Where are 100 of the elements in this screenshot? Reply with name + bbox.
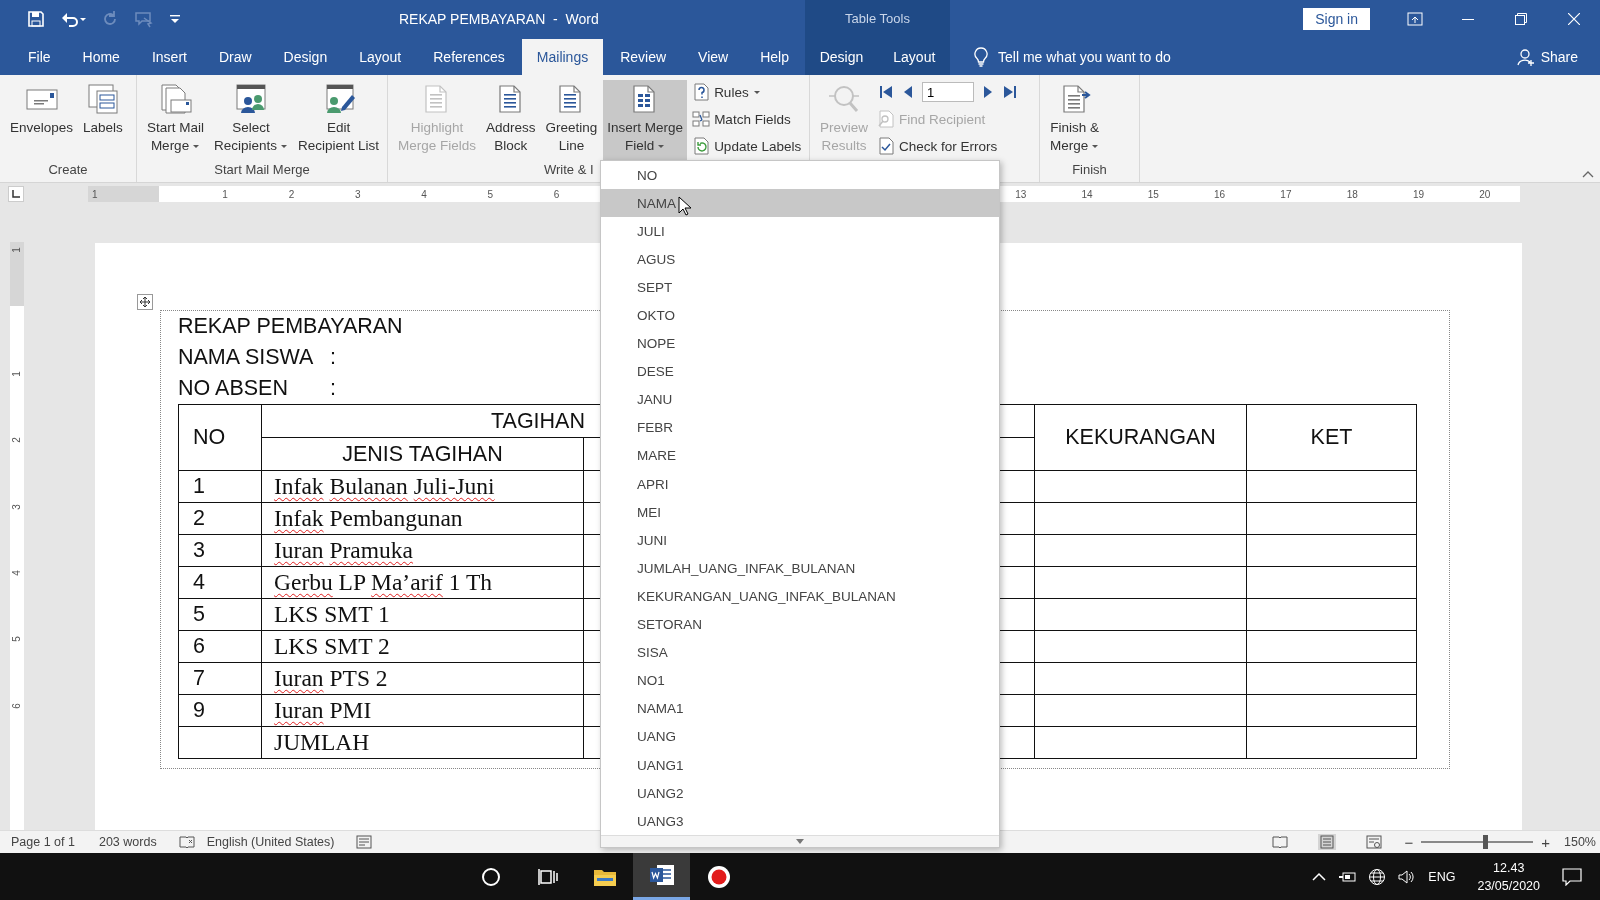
ribbon-tab[interactable]: Home (67, 39, 135, 75)
menu-item[interactable]: SISA (601, 638, 999, 667)
caret-icon (752, 89, 761, 95)
menu-item[interactable]: FEBR (601, 413, 999, 442)
close-icon[interactable] (1567, 12, 1580, 25)
next-record-icon[interactable] (982, 84, 994, 100)
ribbon-tab[interactable]: Design (804, 39, 879, 75)
ribbon-display-icon[interactable] (1406, 11, 1423, 26)
web-layout-icon[interactable] (1366, 835, 1383, 849)
previous-record-icon[interactable] (902, 84, 914, 100)
customize-icon[interactable] (169, 12, 181, 25)
clock[interactable]: 12.43 23/05/2020 (1477, 858, 1540, 895)
field-label: NO ABSEN (178, 375, 289, 402)
zoom-in-button[interactable]: + (1541, 833, 1550, 851)
caret-icon (1091, 143, 1100, 149)
ribbon-tab[interactable]: Layout (344, 39, 417, 75)
menu-item[interactable]: SETORAN (601, 610, 999, 639)
menu-item[interactable]: NAMA (601, 189, 999, 218)
menu-item[interactable]: NOPE (601, 329, 999, 358)
collapse-ribbon-icon[interactable] (1582, 170, 1594, 178)
ribbon-button[interactable]: Rules (689, 80, 805, 104)
ribbon-tab[interactable]: Help (745, 39, 804, 75)
battery-plug-icon[interactable] (1338, 869, 1357, 884)
proofing-icon[interactable] (178, 835, 195, 849)
ribbon-tab[interactable]: Design (268, 39, 343, 75)
column-header: KET (1310, 425, 1353, 449)
save-icon[interactable] (27, 9, 45, 28)
word-count[interactable]: 203 words (98, 835, 157, 849)
table-cell: 9 (193, 698, 205, 722)
ribbon-button[interactable]: Edit Recipient List (294, 80, 384, 160)
first-record-icon[interactable] (878, 84, 894, 100)
ribbon-tab[interactable]: Draw (203, 39, 267, 75)
table-cell: 3 (193, 538, 205, 562)
ribbon-button[interactable]: Match Fields (689, 107, 805, 131)
print-layout-icon[interactable] (1318, 834, 1337, 850)
speaker-icon[interactable] (1398, 868, 1417, 885)
ruler-number: 3 (11, 503, 23, 510)
ruler-number: 13 (1015, 188, 1027, 200)
menu-item[interactable]: JUNI (601, 526, 999, 555)
menu-item[interactable]: OKTO (601, 301, 999, 330)
zoom-level[interactable]: 150% (1564, 835, 1596, 849)
menu-item[interactable]: UANG2 (601, 779, 999, 808)
ribbon-button[interactable]: Greeting Line (541, 80, 602, 160)
ruler-number: 1 (11, 371, 23, 377)
recipients-icon (234, 83, 269, 115)
table-cell: 5 (193, 602, 205, 626)
table-cell: LKS SMT 1 (274, 601, 390, 627)
menu-item[interactable]: AGUS (601, 245, 999, 274)
restore-icon[interactable] (1514, 12, 1527, 25)
table-move-handle-icon[interactable] (137, 294, 153, 310)
ruler-number: 6 (553, 188, 560, 200)
ribbon-button[interactable]: Start Mail Merge (143, 80, 208, 160)
chevron-up-icon[interactable] (1312, 871, 1327, 882)
menu-item[interactable]: SEPT (601, 273, 999, 302)
scroll-down-icon[interactable] (796, 839, 804, 845)
sign-in-button[interactable]: Sign in (1303, 7, 1370, 30)
input-language[interactable]: ENG (1428, 869, 1456, 884)
last-record-icon[interactable] (1002, 84, 1018, 100)
ribbon-button[interactable]: Check for Errors (874, 134, 1018, 158)
tell-me-search[interactable]: Tell me what you want to do (998, 49, 1171, 65)
ribbon-tab[interactable]: File (13, 39, 66, 75)
tab-selector[interactable] (8, 186, 24, 202)
menu-item[interactable]: JULI (601, 217, 999, 246)
ribbon-button[interactable]: Finish & Merge (1046, 80, 1104, 160)
ribbon-button[interactable]: Select Recipients (210, 80, 293, 160)
ribbon-tab[interactable]: Layout (878, 39, 951, 75)
ribbon-tab[interactable]: Review (605, 39, 682, 75)
page-count[interactable]: Page 1 of 1 (11, 835, 75, 849)
ribbon-button[interactable]: Address Block (482, 80, 540, 160)
menu-item[interactable]: UANG1 (601, 750, 999, 780)
globe-icon[interactable] (1368, 867, 1387, 886)
ribbon-tab[interactable]: Mailings (521, 39, 604, 75)
notification-icon[interactable] (1562, 867, 1582, 886)
menu-item[interactable]: JANU (601, 385, 999, 414)
ruler-number: 4 (11, 570, 23, 576)
menu-item[interactable]: NO (601, 161, 999, 190)
menu-item[interactable]: UANG (601, 722, 999, 751)
ribbon-button[interactable]: Insert Merge Field (603, 80, 688, 160)
record-field[interactable]: 1 (922, 82, 974, 102)
ribbon-button[interactable]: Update Labels (689, 134, 805, 158)
table-cell: Infak Pembangunan (274, 505, 463, 531)
ruler-number: 5 (11, 636, 23, 643)
window-title: REKAP PEMBAYARAN - Word (399, 10, 599, 27)
ribbon-button[interactable]: Labels (79, 80, 127, 160)
share-button[interactable]: Share (1516, 39, 1578, 75)
ribbon-tab[interactable]: References (418, 39, 520, 75)
ruler-number: 5 (487, 188, 494, 200)
zoom-out-button[interactable]: − (1404, 833, 1414, 851)
menu-item[interactable]: MEI (601, 498, 999, 527)
language-status[interactable]: English (United States) (206, 835, 335, 849)
ribbon-tab[interactable]: View (683, 39, 744, 75)
taskbar-app[interactable] (633, 853, 690, 900)
ribbon-tab[interactable]: Insert (136, 39, 202, 75)
menu-item[interactable]: UANG3 (601, 807, 999, 836)
ribbon-button[interactable]: Envelopes (6, 80, 78, 160)
menu-item[interactable]: JUMLAH_UANG_INFAK_BULANAN (601, 554, 999, 583)
read-mode-icon[interactable] (1272, 835, 1289, 849)
menu-item[interactable]: DESE (601, 357, 999, 386)
ruler-number: 20 (1479, 188, 1491, 200)
menu-item[interactable]: KEKURANGAN_UANG_INFAK_BULANAN (601, 582, 999, 611)
